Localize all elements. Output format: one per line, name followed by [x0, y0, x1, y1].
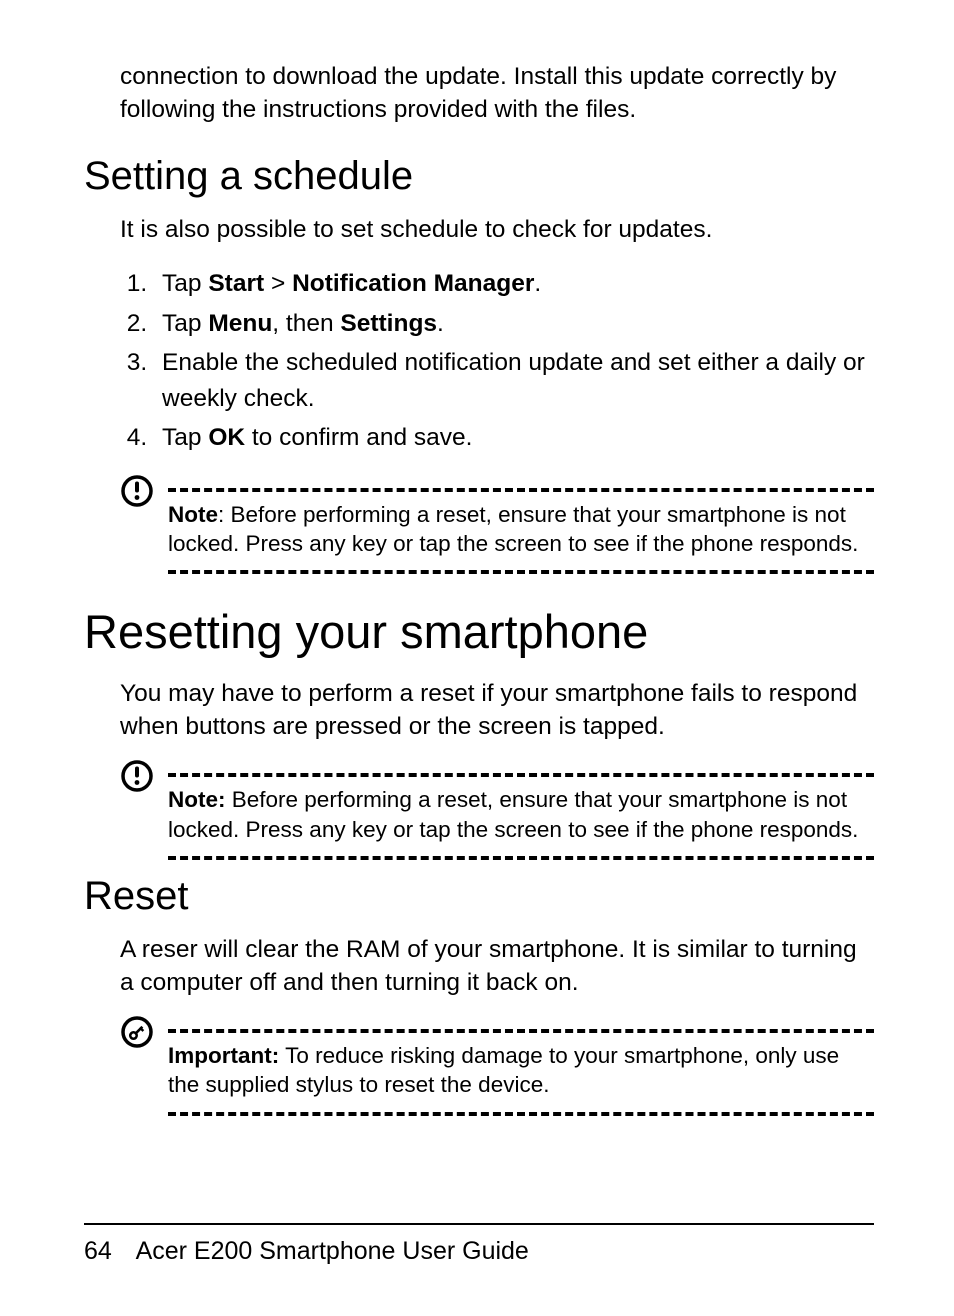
- note-label: Note:: [168, 787, 226, 812]
- important-callout: Important: To reduce risking damage to y…: [120, 1019, 874, 1122]
- key-icon: [120, 1015, 154, 1049]
- step-bold: OK: [208, 424, 245, 451]
- step-text: Enable the scheduled notification update…: [162, 349, 865, 412]
- page-number: 64: [84, 1237, 130, 1266]
- heading-resetting: Resetting your smartphone: [84, 604, 874, 659]
- footer-rule: [84, 1223, 874, 1225]
- step-text: Tap: [162, 424, 208, 451]
- note-callout-1: Note: Before performing a reset, ensure …: [120, 478, 874, 581]
- step-text: , then: [272, 310, 340, 337]
- step-text: Tap: [162, 270, 208, 297]
- step-2: Tap Menu, then Settings.: [154, 306, 874, 342]
- step-text: .: [437, 310, 444, 337]
- dashed-rule: [168, 488, 874, 492]
- note-label: Note: [168, 502, 218, 527]
- alert-icon: [120, 759, 154, 793]
- heading-setting-schedule: Setting a schedule: [84, 154, 874, 199]
- dashed-rule: [168, 773, 874, 777]
- page-footer: 64 Acer E200 Smartphone User Guide: [84, 1237, 874, 1266]
- step-text: >: [264, 270, 292, 297]
- note-body: : Before performing a reset, ensure that…: [168, 502, 858, 556]
- manual-page: connection to download the update. Insta…: [0, 0, 954, 1316]
- step-bold: Notification Manager: [292, 270, 534, 297]
- note-text: Note: Before performing a reset, ensure …: [168, 783, 874, 846]
- dashed-rule: [168, 570, 874, 574]
- reset-lead: A reser will clear the RAM of your smart…: [120, 933, 874, 999]
- note-body: Before performing a reset, ensure that y…: [168, 787, 858, 841]
- dashed-rule: [168, 856, 874, 860]
- alert-icon: [120, 474, 154, 508]
- footer-title: Acer E200 Smartphone User Guide: [136, 1237, 529, 1265]
- schedule-lead: It is also possible to set schedule to c…: [120, 213, 874, 246]
- intro-paragraph: connection to download the update. Insta…: [120, 60, 874, 126]
- dashed-rule: [168, 1029, 874, 1033]
- step-bold: Settings: [340, 310, 437, 337]
- note-text: Note: Before performing a reset, ensure …: [168, 498, 874, 561]
- important-label: Important:: [168, 1043, 279, 1068]
- step-text: .: [534, 270, 541, 297]
- note-callout-2: Note: Before performing a reset, ensure …: [120, 763, 874, 866]
- important-text: Important: To reduce risking damage to y…: [168, 1039, 874, 1102]
- step-text: Tap: [162, 310, 208, 337]
- heading-reset: Reset: [84, 874, 874, 919]
- step-text: to confirm and save.: [245, 424, 472, 451]
- step-bold: Start: [208, 270, 264, 297]
- step-1: Tap Start > Notification Manager.: [154, 266, 874, 302]
- resetting-lead: You may have to perform a reset if your …: [120, 677, 874, 743]
- step-bold: Menu: [208, 310, 272, 337]
- step-3: Enable the scheduled notification update…: [154, 345, 874, 416]
- dashed-rule: [168, 1112, 874, 1116]
- step-4: Tap OK to confirm and save.: [154, 420, 874, 456]
- schedule-steps: Tap Start > Notification Manager. Tap Me…: [120, 266, 874, 460]
